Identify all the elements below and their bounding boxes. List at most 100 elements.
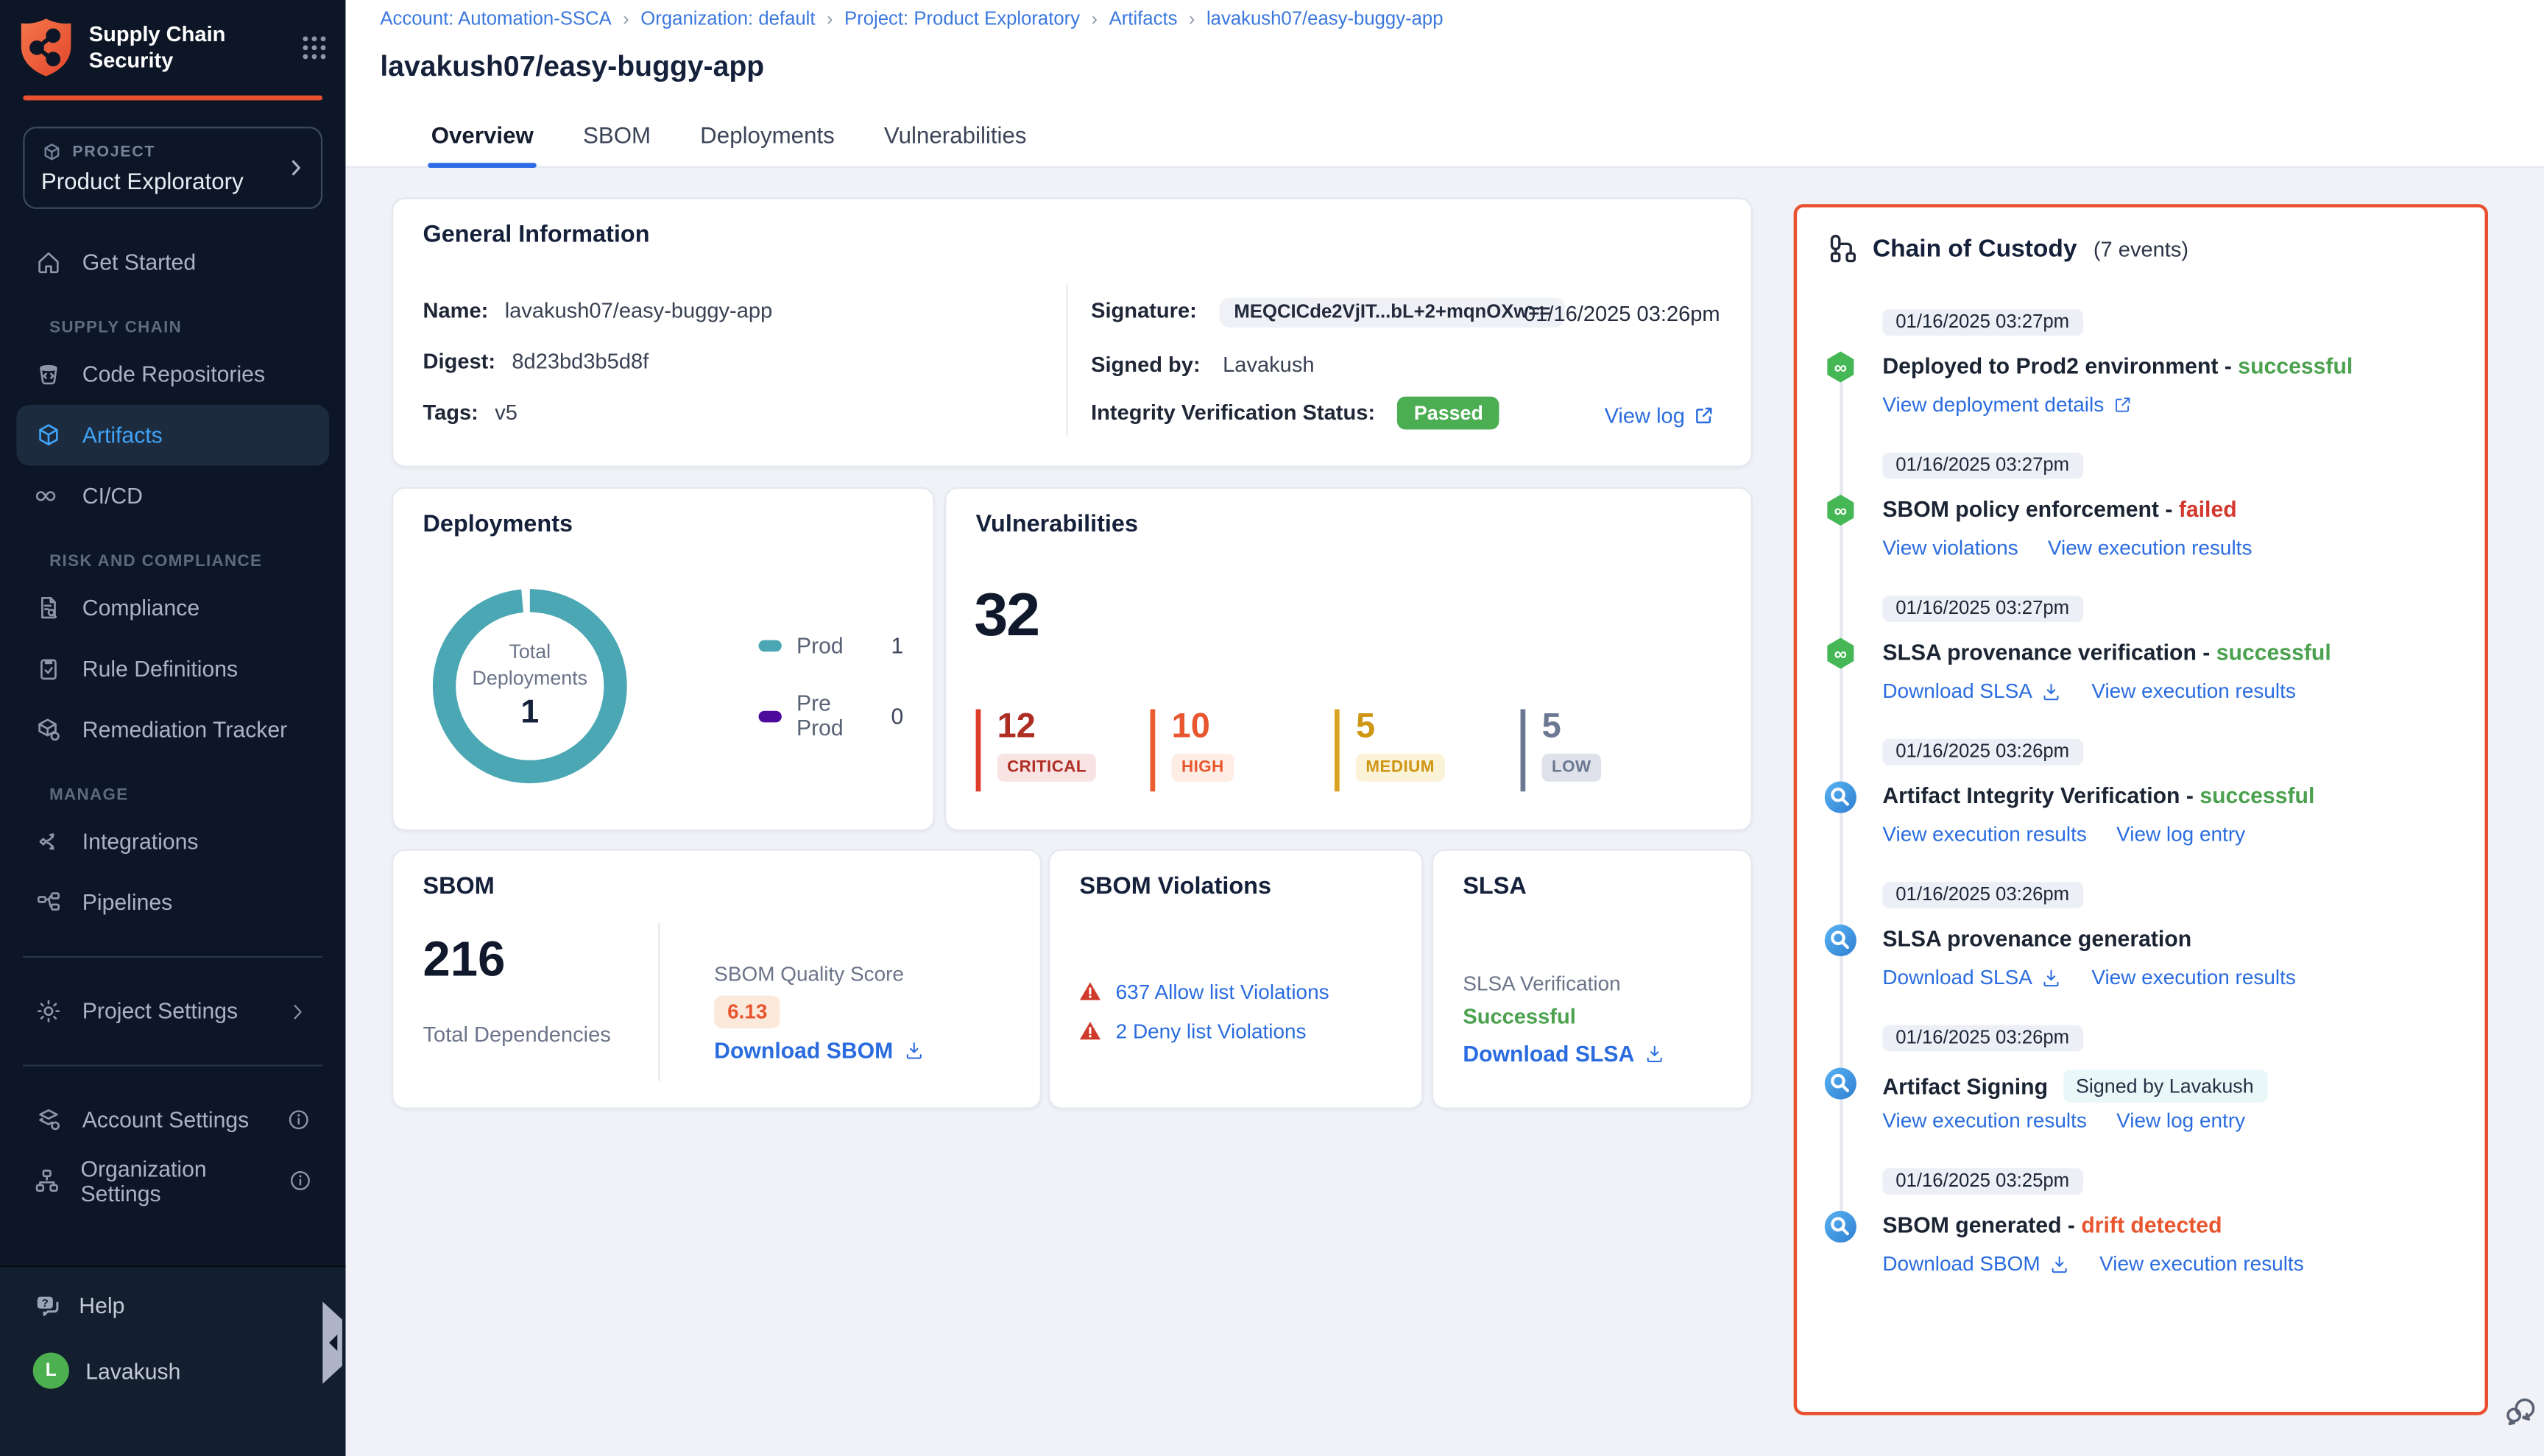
view-log-link[interactable]: View log: [1605, 403, 1715, 428]
vulnerabilities-card: Vulnerabilities 32 12CRITICAL10HIGH5MEDI…: [944, 487, 1753, 831]
sidebar-item-compliance[interactable]: Compliance: [16, 578, 329, 639]
event-link-view-log-entry[interactable]: View log entry: [2116, 823, 2245, 846]
sidebar-item-rule-definitions[interactable]: Rule Definitions: [16, 638, 329, 699]
warning-icon: [1078, 1019, 1103, 1044]
tab-bar: Overview SBOM Deployments Vulnerabilities: [428, 112, 1030, 166]
event-link-view-execution-results[interactable]: View execution results: [2099, 1252, 2304, 1275]
cube-icon: [33, 421, 63, 449]
project-selector[interactable]: PROJECT Product Exploratory: [23, 127, 322, 209]
event-link-download-sbom[interactable]: Download SBOM: [1882, 1252, 2070, 1275]
severity-count: 5: [1542, 709, 1601, 743]
tab-overview[interactable]: Overview: [428, 112, 537, 166]
sidebar-item-account-settings[interactable]: Account Settings: [16, 1089, 329, 1151]
hex-pipeline-icon: ∞: [1822, 635, 1859, 673]
code-repo-icon: [33, 361, 63, 389]
tab-deployments[interactable]: Deployments: [697, 112, 838, 166]
sidebar-item-label: Remediation Tracker: [82, 718, 287, 743]
breadcrumb-item-1[interactable]: Account: Automation-SSCA: [380, 10, 611, 29]
sbom-total-dependencies-value: 216: [423, 933, 506, 989]
sidebar-user[interactable]: L Lavakush: [16, 1343, 329, 1399]
tab-sbom[interactable]: SBOM: [579, 112, 654, 166]
event-link-view-execution-results[interactable]: View execution results: [1882, 823, 2087, 846]
field-value: 8d23bd3b5d8f: [512, 349, 649, 374]
event-link-view-execution-results[interactable]: View execution results: [2091, 966, 2296, 989]
breadcrumb-item-2[interactable]: Organization: default: [640, 10, 815, 29]
event-link-view-execution-results[interactable]: View execution results: [1882, 1109, 2087, 1132]
signature-row: Signature: MEQCICde2VjIT...bL+2+mqnOXw==: [1091, 298, 1565, 323]
download-slsa-link[interactable]: Download SLSA: [1463, 1042, 1666, 1067]
app-grid-icon[interactable]: [300, 33, 329, 63]
download-sbom-link[interactable]: Download SBOM: [714, 1039, 925, 1064]
tab-vulnerabilities[interactable]: Vulnerabilities: [880, 112, 1030, 166]
infinity-icon: [33, 482, 63, 510]
sidebar-item-label: Organization Settings: [81, 1156, 267, 1205]
user-name: Lavakush: [85, 1358, 180, 1383]
sidebar-item-project-settings[interactable]: Project Settings: [16, 980, 329, 1042]
custody-event-slsa-provenance-verification: 01/16/2025 03:27pm∞SLSA provenance verif…: [1797, 596, 2484, 738]
sidebar-item-code-repositories[interactable]: Code Repositories: [16, 344, 329, 405]
vulnerabilities-total: 32: [974, 581, 1039, 650]
sidebar-item-label: Project Settings: [82, 999, 238, 1024]
sidebar-item-ci-cd[interactable]: CI/CD: [16, 466, 329, 527]
scan-blue-icon: [1822, 1064, 1859, 1102]
general-information-card: General Information Name:lavakush07/easy…: [392, 197, 1753, 467]
status-badge: Passed: [1398, 397, 1500, 430]
event-link-view-execution-results[interactable]: View execution results: [2048, 537, 2252, 559]
sidebar-item-label: Code Repositories: [82, 362, 265, 387]
event-timestamp: 01/16/2025 03:27pm: [1882, 453, 2082, 479]
sbom-violations-card: SBOM Violations 637 Allow list Violation…: [1048, 849, 1424, 1109]
signed-by-row: Signed by: Lavakush: [1091, 352, 1314, 377]
event-title: Deployed to Prod2 environment: [1882, 354, 2218, 379]
project-selector-label: PROJECT: [72, 143, 155, 161]
sidebar-item-remediation-tracker[interactable]: Remediation Tracker: [16, 699, 329, 760]
event-title: SBOM policy enforcement: [1882, 497, 2159, 522]
event-link-download-slsa[interactable]: Download SLSA: [1882, 966, 2062, 989]
event-link-view-log-entry[interactable]: View log entry: [2116, 1109, 2245, 1132]
severity-badge: CRITICAL: [997, 754, 1097, 782]
custody-event-artifact-integrity-verification: 01/16/2025 03:26pmArtifact Integrity Ver…: [1797, 739, 2484, 882]
sidebar-item-artifacts[interactable]: Artifacts: [16, 405, 329, 466]
event-title-dash: -: [2218, 354, 2238, 379]
severity-badge: HIGH: [1172, 754, 1234, 782]
doc-search-icon: [33, 594, 63, 622]
sidebar-item-pipelines[interactable]: Pipelines: [16, 872, 329, 933]
severity-badge: MEDIUM: [1356, 754, 1444, 782]
severity-high: 10HIGH: [1151, 709, 1234, 791]
pipelines-icon: [33, 888, 63, 916]
card-title: General Information: [423, 222, 650, 249]
signature-value[interactable]: MEQCICde2VjIT...bL+2+mqnOXw==: [1219, 298, 1565, 328]
sidebar-item-label: Pipelines: [82, 890, 172, 915]
breadcrumb-item-5[interactable]: lavakush07/easy-buggy-app: [1206, 10, 1444, 29]
clipboard-check-icon: [33, 655, 63, 683]
breadcrumb-item-3[interactable]: Project: Product Exploratory: [844, 10, 1080, 29]
sidebar-item-get-started[interactable]: Get Started: [16, 232, 329, 293]
severity-badge: LOW: [1542, 754, 1601, 782]
top-bar: Account: Automation-SSCA›Organization: d…: [345, 0, 2544, 168]
sidebar-item-help[interactable]: ? Help: [16, 1277, 329, 1333]
event-status: successful: [2238, 354, 2353, 379]
event-link-view-execution-results[interactable]: View execution results: [2091, 679, 2296, 702]
feedback-chat-icon[interactable]: [2501, 1392, 2539, 1430]
sidebar-settings-top: Project Settings: [0, 980, 345, 1042]
sidebar-item-organization-settings[interactable]: Organization Settings: [16, 1151, 329, 1212]
sidebar-divider: [23, 1064, 322, 1066]
help-chat-icon: ?: [33, 1290, 63, 1320]
event-link-download-slsa[interactable]: Download SLSA: [1882, 679, 2062, 702]
breadcrumb-item-4[interactable]: Artifacts: [1109, 10, 1178, 29]
violation-link[interactable]: 637 Allow list Violations: [1116, 980, 1329, 1003]
view-log-label[interactable]: View log: [1605, 403, 1685, 428]
sidebar-item-integrations[interactable]: Integrations: [16, 811, 329, 872]
custody-event-sbom-generated: 01/16/2025 03:25pmSBOM generated - drift…: [1797, 1168, 2484, 1311]
violation-row-2: 2 Deny list Violations: [1078, 1019, 1306, 1044]
event-link-view-violations[interactable]: View violations: [1882, 537, 2018, 559]
card-title: SLSA: [1463, 874, 1526, 900]
brand-accent-rule: [23, 96, 322, 101]
app-logo-shield-icon: [16, 16, 75, 79]
event-link-view-deployment-details[interactable]: View deployment details: [1882, 393, 2132, 416]
download-slsa-label[interactable]: Download SLSA: [1463, 1042, 1634, 1067]
hex-pipeline-icon: ∞: [1822, 349, 1859, 386]
download-sbom-label[interactable]: Download SBOM: [714, 1039, 893, 1064]
custody-event-artifact-signing: 01/16/2025 03:26pmArtifact SigningSigned…: [1797, 1025, 2484, 1168]
violation-link[interactable]: 2 Deny list Violations: [1116, 1019, 1307, 1042]
chain-of-custody-panel: Chain of Custody (7 events) 01/16/2025 0…: [1794, 204, 2488, 1415]
